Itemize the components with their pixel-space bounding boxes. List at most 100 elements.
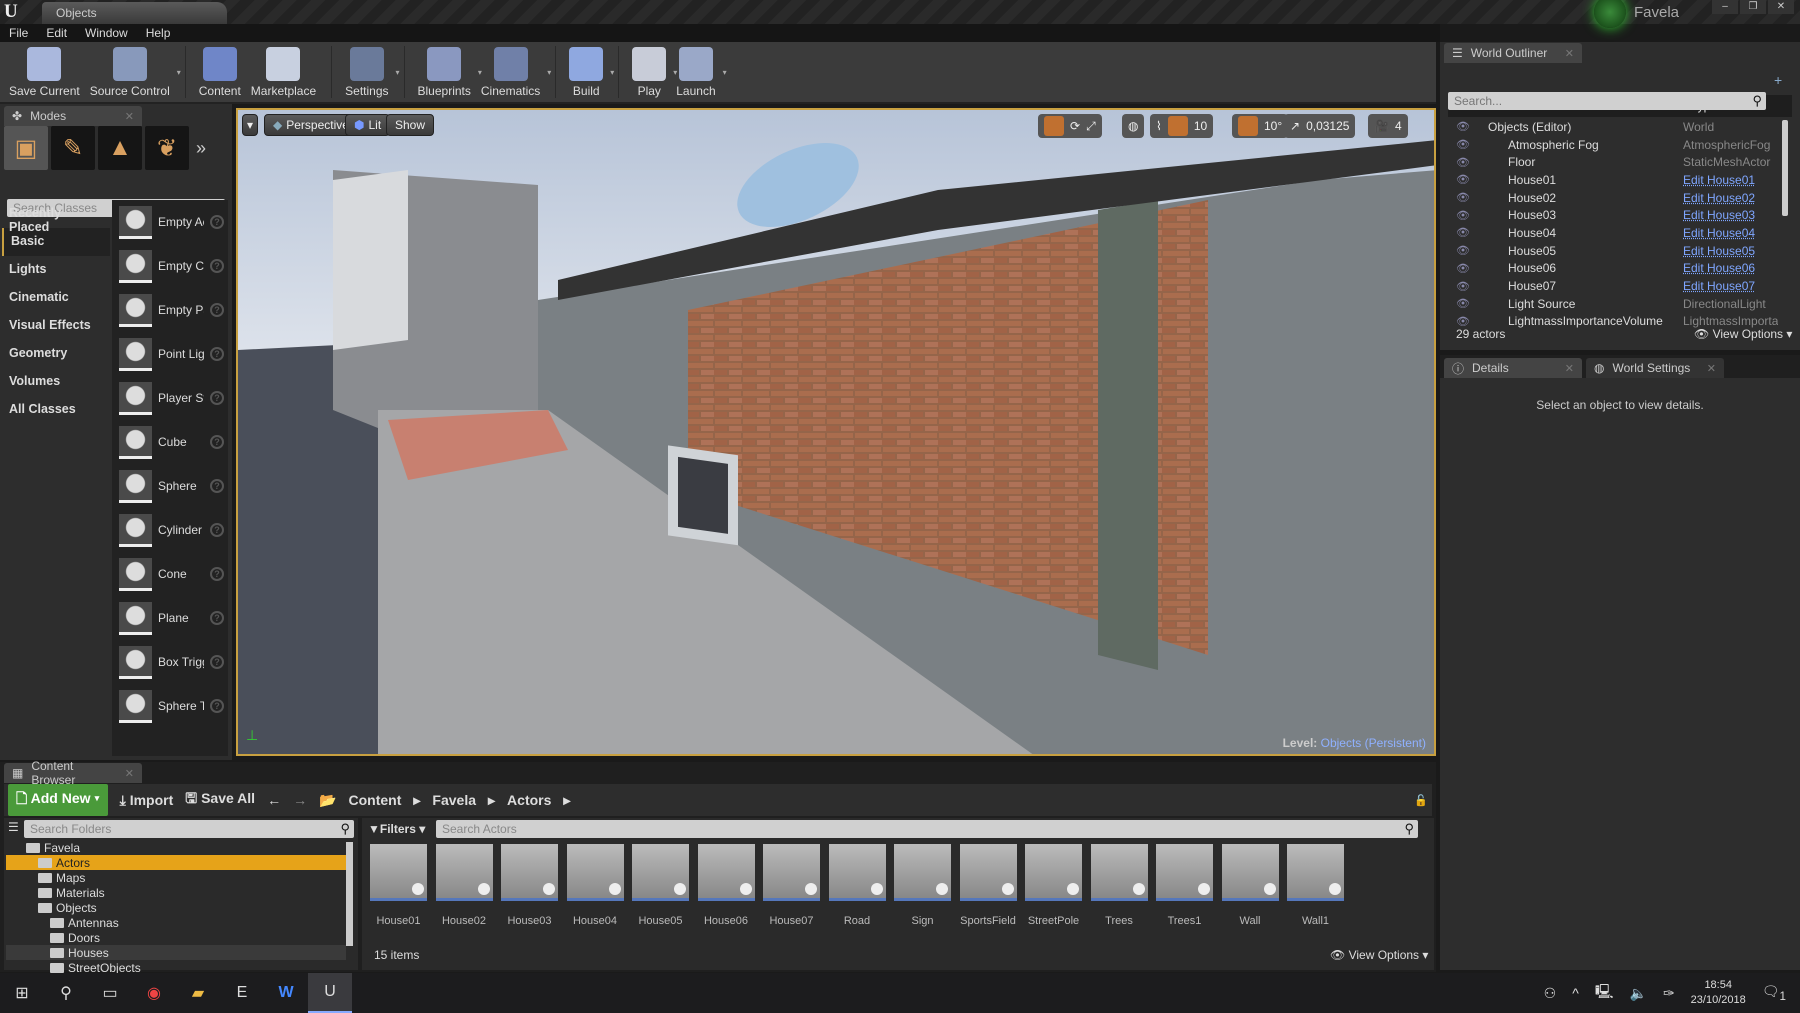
asset-tile[interactable]: House04	[566, 844, 624, 927]
add-new-button[interactable]: 🗋 Add New ▾	[8, 784, 108, 816]
help-icon[interactable]: ?	[210, 303, 224, 317]
task-view-icon[interactable]: ▭	[88, 973, 132, 1013]
visibility-eye-icon[interactable]: 👁	[1448, 280, 1478, 293]
outliner-row[interactable]: 👁 Objects (Editor) World	[1448, 118, 1778, 136]
visibility-eye-icon[interactable]: 👁	[1448, 226, 1478, 239]
foliage-mode-icon[interactable]: ❦	[145, 126, 189, 170]
close-icon[interactable]: ✕	[1565, 362, 1574, 375]
category-visual-effects[interactable]: Visual Effects	[2, 312, 110, 340]
dropdown-arrow-icon[interactable]: ▾	[547, 68, 551, 77]
asset-tile[interactable]: House01	[370, 844, 427, 927]
grid-snap[interactable]: ⌇ 10	[1150, 114, 1214, 138]
folder-objects[interactable]: Objects	[6, 900, 346, 915]
help-icon[interactable]: ?	[210, 259, 224, 273]
place-mode-icon[interactable]: ▣	[4, 126, 48, 170]
scale-snap[interactable]: ↗ 0,03125	[1284, 114, 1356, 138]
outliner-scrollbar[interactable]	[1782, 120, 1788, 216]
asset-tile[interactable]: StreetPole	[1025, 844, 1082, 927]
menu-file[interactable]: File	[9, 26, 28, 40]
play-button[interactable]: Play ▾	[627, 46, 677, 98]
pen-icon[interactable]: ✑	[1663, 985, 1675, 1002]
folder-houses[interactable]: Houses	[6, 945, 346, 960]
sources-toggle-icon[interactable]: ☰	[8, 820, 19, 834]
edit-blueprint-link[interactable]: Edit House05	[1683, 244, 1778, 258]
outliner-row[interactable]: 👁 House01 Edit House01	[1448, 171, 1778, 189]
asset-tile[interactable]: House02	[435, 844, 493, 927]
asset-tile[interactable]: House06	[697, 844, 755, 927]
class-item[interactable]: Cylinder?	[112, 508, 228, 552]
asset-tile[interactable]: Road	[828, 844, 886, 927]
category-volumes[interactable]: Volumes	[2, 368, 110, 396]
show-button[interactable]: Show	[386, 114, 435, 136]
lock-icon[interactable]: 🔓	[1414, 794, 1428, 807]
asset-tile[interactable]: SportsField	[959, 844, 1017, 927]
folder-actors[interactable]: Actors	[6, 855, 346, 870]
category-geometry[interactable]: Geometry	[2, 340, 110, 368]
asset-tile[interactable]: Trees	[1090, 844, 1148, 927]
people-icon[interactable]: ⚇	[1544, 985, 1557, 1002]
help-icon[interactable]: ?	[210, 655, 224, 669]
folder-materials[interactable]: Materials	[6, 885, 346, 900]
breadcrumb-content[interactable]: Content	[349, 792, 402, 809]
edit-blueprint-link[interactable]: Edit House07	[1683, 279, 1778, 293]
outliner-search-input[interactable]: Search... ⚲	[1448, 92, 1766, 110]
blueprints-button[interactable]: Blueprints ▾	[413, 46, 482, 98]
outliner-row[interactable]: 👁 Light Source DirectionalLight	[1448, 295, 1778, 313]
asset-tile[interactable]: House03	[501, 844, 558, 927]
breadcrumb-favela[interactable]: Favela	[432, 792, 476, 809]
outliner-row[interactable]: 👁 House03 Edit House03	[1448, 206, 1778, 224]
rotation-snap[interactable]: 10°	[1232, 114, 1289, 138]
camera-speed[interactable]: 🎥 4	[1368, 114, 1408, 138]
asset-tile[interactable]: House07	[763, 844, 820, 927]
visibility-eye-icon[interactable]: 👁	[1448, 120, 1478, 133]
edit-blueprint-link[interactable]: Edit House04	[1683, 226, 1778, 240]
asset-tile[interactable]: Wall	[1221, 844, 1279, 927]
search-folders-input[interactable]: Search Folders ⚲	[24, 820, 354, 838]
close-icon[interactable]: ✕	[125, 767, 134, 780]
visibility-eye-icon[interactable]: 👁	[1448, 244, 1478, 257]
dropdown-arrow-icon[interactable]: ▾	[396, 68, 400, 77]
network-icon[interactable]: 🖳	[1595, 981, 1614, 1005]
visibility-eye-icon[interactable]: 👁	[1448, 191, 1478, 204]
class-item[interactable]: Point Light?	[112, 332, 228, 376]
breadcrumb-arrow-icon[interactable]: ▸	[413, 792, 420, 809]
clock[interactable]: 18:54 23/10/2018	[1691, 978, 1746, 1008]
cinematics-button[interactable]: Cinematics ▾	[476, 46, 551, 98]
level-tab[interactable]: Objects	[42, 2, 227, 24]
asset-tile[interactable]: Trees1	[1156, 844, 1213, 927]
visibility-eye-icon[interactable]: 👁	[1448, 297, 1478, 310]
asset-tile[interactable]: Wall1	[1287, 844, 1344, 927]
class-item[interactable]: Empty Pawn?	[112, 288, 228, 332]
outliner-row[interactable]: 👁 House04 Edit House04	[1448, 224, 1778, 242]
minimize-button[interactable]: –	[1712, 0, 1738, 14]
import-button[interactable]: ⤓ Import	[120, 792, 174, 809]
dropdown-arrow-icon[interactable]: ▾	[177, 68, 181, 77]
dropdown-arrow-icon[interactable]: ▾	[610, 68, 614, 77]
category-cinematic[interactable]: Cinematic	[2, 284, 110, 312]
epic-launcher-icon[interactable]: E	[220, 973, 264, 1013]
perspective-button[interactable]: ◆ Perspective	[264, 114, 358, 136]
notifications-icon[interactable]: 🗨1	[1762, 983, 1786, 1003]
visibility-eye-icon[interactable]: 👁	[1448, 209, 1478, 222]
class-item[interactable]: Box Trigger?	[112, 640, 228, 684]
edit-blueprint-link[interactable]: Edit House01	[1683, 173, 1778, 187]
search-icon[interactable]: ⚲	[44, 973, 88, 1013]
visibility-eye-icon[interactable]: 👁	[1448, 156, 1478, 169]
breadcrumb-actors[interactable]: Actors	[507, 792, 551, 809]
maximize-button[interactable]: ❐	[1740, 0, 1766, 14]
help-icon[interactable]: ?	[210, 215, 224, 229]
unreal-editor-icon[interactable]: U	[308, 973, 352, 1013]
level-viewport[interactable]: ▾ ◆ Perspective ⬢ Lit Show ⟳ ⤢ ◍ ⌇ 10 10° ↗ 0…	[236, 108, 1436, 756]
viewport-options-button[interactable]: ▾	[242, 114, 259, 136]
tab-world-settings[interactable]: ◍ World Settings ✕	[1586, 358, 1724, 378]
launch-button[interactable]: Launch ▾	[671, 46, 727, 98]
world-local-toggle[interactable]: ◍	[1122, 114, 1145, 138]
folder-doors[interactable]: Doors	[6, 930, 346, 945]
category-recently-placed[interactable]: Recently Placed	[2, 200, 110, 234]
help-icon[interactable]: ?	[210, 479, 224, 493]
asset-tile[interactable]: House05	[632, 844, 689, 927]
menu-help[interactable]: Help	[146, 26, 171, 40]
help-icon[interactable]: ?	[210, 611, 224, 625]
class-item[interactable]: Cone?	[112, 552, 228, 596]
category-all-classes[interactable]: All Classes	[2, 396, 110, 424]
